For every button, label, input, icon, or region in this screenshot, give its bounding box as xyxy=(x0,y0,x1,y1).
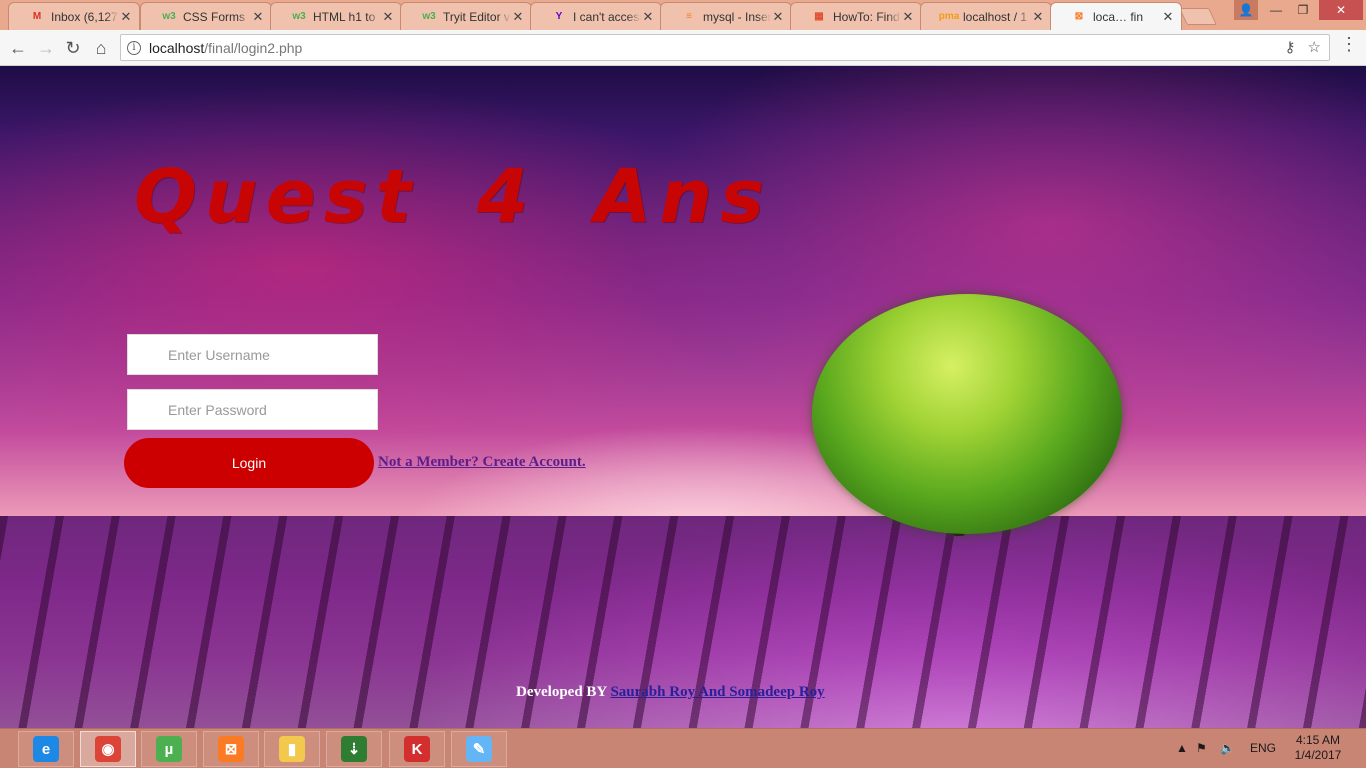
kaspersky-icon: K xyxy=(404,736,430,762)
tab-close-icon[interactable]: ✕ xyxy=(251,9,265,25)
xampp-icon: ⊠ xyxy=(1074,11,1084,22)
browser-tab[interactable]: ⊠ loca… fin ✕ xyxy=(1050,2,1182,30)
utorrent-icon: µ xyxy=(156,736,182,762)
password-input[interactable] xyxy=(127,389,378,430)
create-account-link[interactable]: Not a Member? Create Account. xyxy=(378,454,586,471)
phpmyadmin-icon: pma xyxy=(938,11,960,22)
url-path: /final/login2.php xyxy=(204,39,303,56)
taskbar-app-button[interactable]: K xyxy=(389,731,445,767)
taskbar-app-button[interactable]: e xyxy=(18,731,74,767)
tab-title: mysql - Inser xyxy=(703,9,771,24)
taskbar-app-button[interactable]: ✎ xyxy=(451,731,507,767)
page-background: Quest 4 Ans Login Not a Member? Create A… xyxy=(0,66,1366,728)
browser-tab[interactable]: pma localhost / 1 ✕ xyxy=(920,2,1052,30)
browser-tab[interactable]: w3 CSS Forms ✕ xyxy=(140,2,272,30)
username-input[interactable] xyxy=(127,334,378,375)
action-center-flag-icon[interactable]: ⚑ xyxy=(1196,728,1212,768)
clock-time: 4:15 AM xyxy=(1295,733,1341,747)
tab-title: I can't access xyxy=(573,9,641,24)
tab-title: HowTo: Find xyxy=(833,9,900,24)
browser-tab[interactable]: ▦ HowTo: Find ✕ xyxy=(790,2,922,30)
taskbar: e ◉ µ ⊠ ▮ ⇣ K ✎ xyxy=(0,728,1366,768)
url-host: localhost xyxy=(149,39,205,56)
taskbar-app-button[interactable]: µ xyxy=(141,731,197,767)
tab-close-icon[interactable]: ✕ xyxy=(511,9,525,25)
browser-tab[interactable]: ≡ mysql - Inser ✕ xyxy=(660,2,792,30)
browser-tab[interactable]: M Inbox (6,127) ✕ xyxy=(8,2,140,30)
tray-expand-icon[interactable]: ▲ xyxy=(1176,728,1188,768)
info-icon[interactable]: i xyxy=(127,40,141,55)
browser-tab[interactable]: Y I can't access ✕ xyxy=(530,2,662,30)
tab-close-icon[interactable]: ✕ xyxy=(641,9,655,25)
clock[interactable]: 4:15 AM 1/4/2017 xyxy=(1290,733,1346,763)
reload-icon[interactable]: ↻ xyxy=(61,36,85,60)
screen: M Inbox (6,127) ✕ w3 CSS Forms ✕ w3 HTML h1 to ✕… xyxy=(0,0,1366,768)
back-arrow-icon[interactable]: ← xyxy=(6,36,30,60)
tab-close-icon[interactable]: ✕ xyxy=(1031,9,1045,25)
tree-crown xyxy=(812,294,1122,534)
browser-tab[interactable]: w3 HTML h1 to ✕ xyxy=(270,2,402,30)
close-window-icon[interactable]: ✕ xyxy=(1319,0,1363,20)
taskbar-app-button[interactable]: ▮ xyxy=(264,731,320,767)
volume-icon[interactable]: 🔈 xyxy=(1220,728,1236,768)
paint-icon: ✎ xyxy=(466,736,492,762)
tab-close-icon[interactable]: ✕ xyxy=(1161,9,1175,25)
yahoo-icon: Y xyxy=(555,11,563,22)
footer-prefix: Developed BY xyxy=(516,684,607,700)
chrome-icon: ◉ xyxy=(95,736,121,762)
footer: Developed BY Saurabh Roy And Somadeep Ro… xyxy=(516,684,825,701)
tab-close-icon[interactable]: ✕ xyxy=(901,9,915,25)
taskbar-app-button[interactable]: ⇣ xyxy=(326,731,382,767)
tab-title: loca… fin xyxy=(1093,9,1144,24)
address-bar[interactable]: i localhost/final/login2.php ⚷ ☆ xyxy=(120,34,1330,61)
file-explorer-icon: ▮ xyxy=(279,736,305,762)
login-button[interactable]: Login xyxy=(124,438,374,488)
tab-title: CSS Forms xyxy=(183,9,246,24)
w3schools-icon: w3 xyxy=(292,11,306,22)
gmail-icon: M xyxy=(32,11,42,22)
site-title: Quest 4 Ans xyxy=(134,154,773,240)
language-indicator[interactable]: ENG xyxy=(1250,728,1276,768)
w3schools-icon: w3 xyxy=(162,11,176,22)
tab-close-icon[interactable]: ✕ xyxy=(771,9,785,25)
browser-menu-icon[interactable]: ⋮ xyxy=(1340,34,1358,56)
download-manager-icon: ⇣ xyxy=(341,736,367,762)
w3schools-icon: w3 xyxy=(422,11,436,22)
windows-grid-icon: ▦ xyxy=(814,11,824,22)
tab-close-icon[interactable]: ✕ xyxy=(119,9,133,25)
maximize-icon[interactable]: ❐ xyxy=(1290,0,1316,20)
taskbar-app-button[interactable]: ⊠ xyxy=(203,731,259,767)
tab-title: localhost / 1 xyxy=(963,9,1028,24)
browser-tab[interactable]: w3 Tryit Editor v ✕ xyxy=(400,2,532,30)
stackoverflow-icon: ≡ xyxy=(686,11,692,22)
browser-tab-strip: M Inbox (6,127) ✕ w3 CSS Forms ✕ w3 HTML h1 to ✕… xyxy=(0,0,1366,30)
clock-date: 1/4/2017 xyxy=(1294,748,1342,762)
new-tab-button[interactable] xyxy=(1179,8,1217,25)
internet-explorer-icon: e xyxy=(33,736,59,762)
tab-close-icon[interactable]: ✕ xyxy=(381,9,395,25)
user-profile-icon[interactable]: 👤 xyxy=(1234,0,1258,20)
footer-authors-link[interactable]: Saurabh Roy And Somadeep Roy xyxy=(610,684,824,700)
bookmark-star-icon[interactable]: ☆ xyxy=(1308,38,1321,56)
taskbar-app-button[interactable]: ◉ xyxy=(80,731,136,767)
tab-title: HTML h1 to xyxy=(313,9,376,24)
browser-toolbar: ← → ↻ ⌂ i localhost/final/login2.php ⚷ ☆… xyxy=(0,30,1366,66)
home-icon[interactable]: ⌂ xyxy=(89,36,113,60)
forward-arrow-icon[interactable]: → xyxy=(34,36,58,60)
minimize-icon[interactable]: — xyxy=(1263,0,1289,20)
tab-title: Tryit Editor v xyxy=(443,9,510,24)
xampp-icon: ⊠ xyxy=(218,736,244,762)
key-icon[interactable]: ⚷ xyxy=(1285,38,1296,56)
tab-title: Inbox (6,127) xyxy=(51,9,119,24)
